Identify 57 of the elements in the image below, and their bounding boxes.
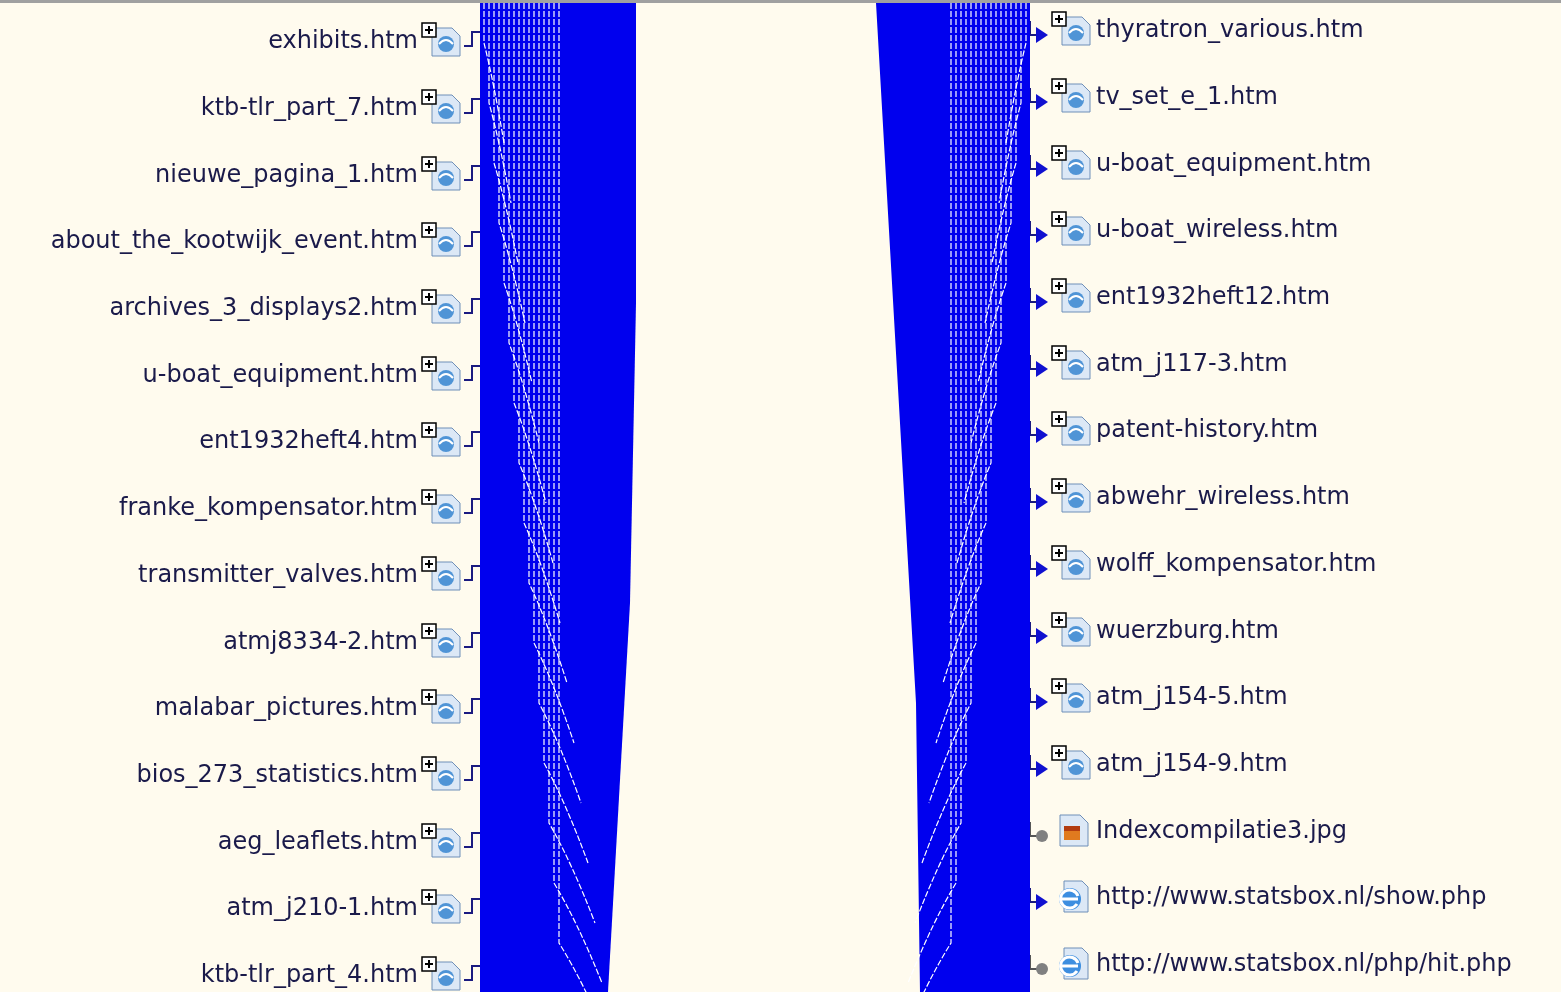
page-name[interactable]: aeg_leaflets.htm xyxy=(217,822,418,859)
page-icon xyxy=(1050,744,1094,781)
page-icon xyxy=(420,155,464,192)
page-name[interactable]: malabar_pictures.htm xyxy=(154,689,418,726)
page-icon xyxy=(420,955,464,992)
page-name[interactable]: atm_j210-1.htm xyxy=(226,889,418,926)
page-name[interactable]: about_the_kootwijk_event.htm xyxy=(50,222,418,259)
page-icon xyxy=(420,689,464,726)
link-target-name[interactable]: tv_set_e_1.htm xyxy=(1096,78,1278,115)
page-icon xyxy=(420,355,464,392)
page-name[interactable]: transmitter_valves.htm xyxy=(138,555,418,592)
page-icon xyxy=(420,89,464,126)
page-name[interactable]: atmj8334-2.htm xyxy=(223,622,418,659)
page-icon xyxy=(420,289,464,326)
page-icon xyxy=(420,555,464,592)
page-icon xyxy=(420,622,464,659)
link-target-name[interactable]: http://www.statsbox.nl/show.php xyxy=(1096,878,1487,915)
link-target-name[interactable]: patent-history.htm xyxy=(1096,411,1319,448)
page-name[interactable]: nieuwe_pagina_1.htm xyxy=(155,155,418,192)
page-name[interactable]: archives_3_displays2.htm xyxy=(109,289,418,326)
page-icon xyxy=(1050,278,1094,315)
page-icon xyxy=(1050,411,1094,448)
link-target-name[interactable]: wolff_kompensator.htm xyxy=(1096,544,1377,581)
page-icon xyxy=(420,22,464,59)
page-name[interactable]: ktb-tlr_part_4.htm xyxy=(200,955,418,992)
link-target-name[interactable]: ent1932heft12.htm xyxy=(1096,278,1331,315)
page-icon xyxy=(1050,144,1094,181)
page-icon xyxy=(1050,78,1094,115)
page-icon xyxy=(420,889,464,926)
page-icon xyxy=(1050,344,1094,381)
link-target-name[interactable]: Indexcompilatie3.jpg xyxy=(1096,811,1348,848)
page-icon xyxy=(1050,478,1094,515)
page-name[interactable]: franke_kompensator.htm xyxy=(119,489,418,526)
page-name[interactable]: bios_273_statistics.htm xyxy=(136,755,418,792)
page-icon xyxy=(420,422,464,459)
link-target-name[interactable]: atm_j117-3.htm xyxy=(1096,344,1288,381)
page-icon xyxy=(1050,678,1094,715)
page-icon xyxy=(1050,611,1094,648)
page-icon xyxy=(1050,11,1094,48)
page-name[interactable]: u-boat_equipment.htm xyxy=(142,355,418,392)
link-target-name[interactable]: atm_j154-5.htm xyxy=(1096,678,1288,715)
link-target-name[interactable]: wuerzburg.htm xyxy=(1096,611,1279,648)
link-target-name[interactable]: u-boat_equipment.htm xyxy=(1096,144,1372,181)
page-name[interactable]: ktb-tlr_part_7.htm xyxy=(200,89,418,126)
link-target-name[interactable]: atm_j154-9.htm xyxy=(1096,744,1288,781)
link-target-name[interactable]: thyratron_various.htm xyxy=(1096,11,1364,48)
page-icon xyxy=(1050,211,1094,248)
page-icon xyxy=(420,222,464,259)
link-target-name[interactable]: u-boat_wireless.htm xyxy=(1096,211,1339,248)
page-name[interactable]: ent1932heft4.htm xyxy=(199,422,418,459)
page-name[interactable]: exhibits.htm xyxy=(268,22,418,59)
page-icon xyxy=(1050,544,1094,581)
page-icon xyxy=(420,822,464,859)
page-icon xyxy=(420,755,464,792)
link-target-name[interactable]: abwehr_wireless.htm xyxy=(1096,478,1350,515)
link-target-name[interactable]: http://www.statsbox.nl/php/hit.php xyxy=(1096,944,1512,981)
page-icon xyxy=(420,489,464,526)
